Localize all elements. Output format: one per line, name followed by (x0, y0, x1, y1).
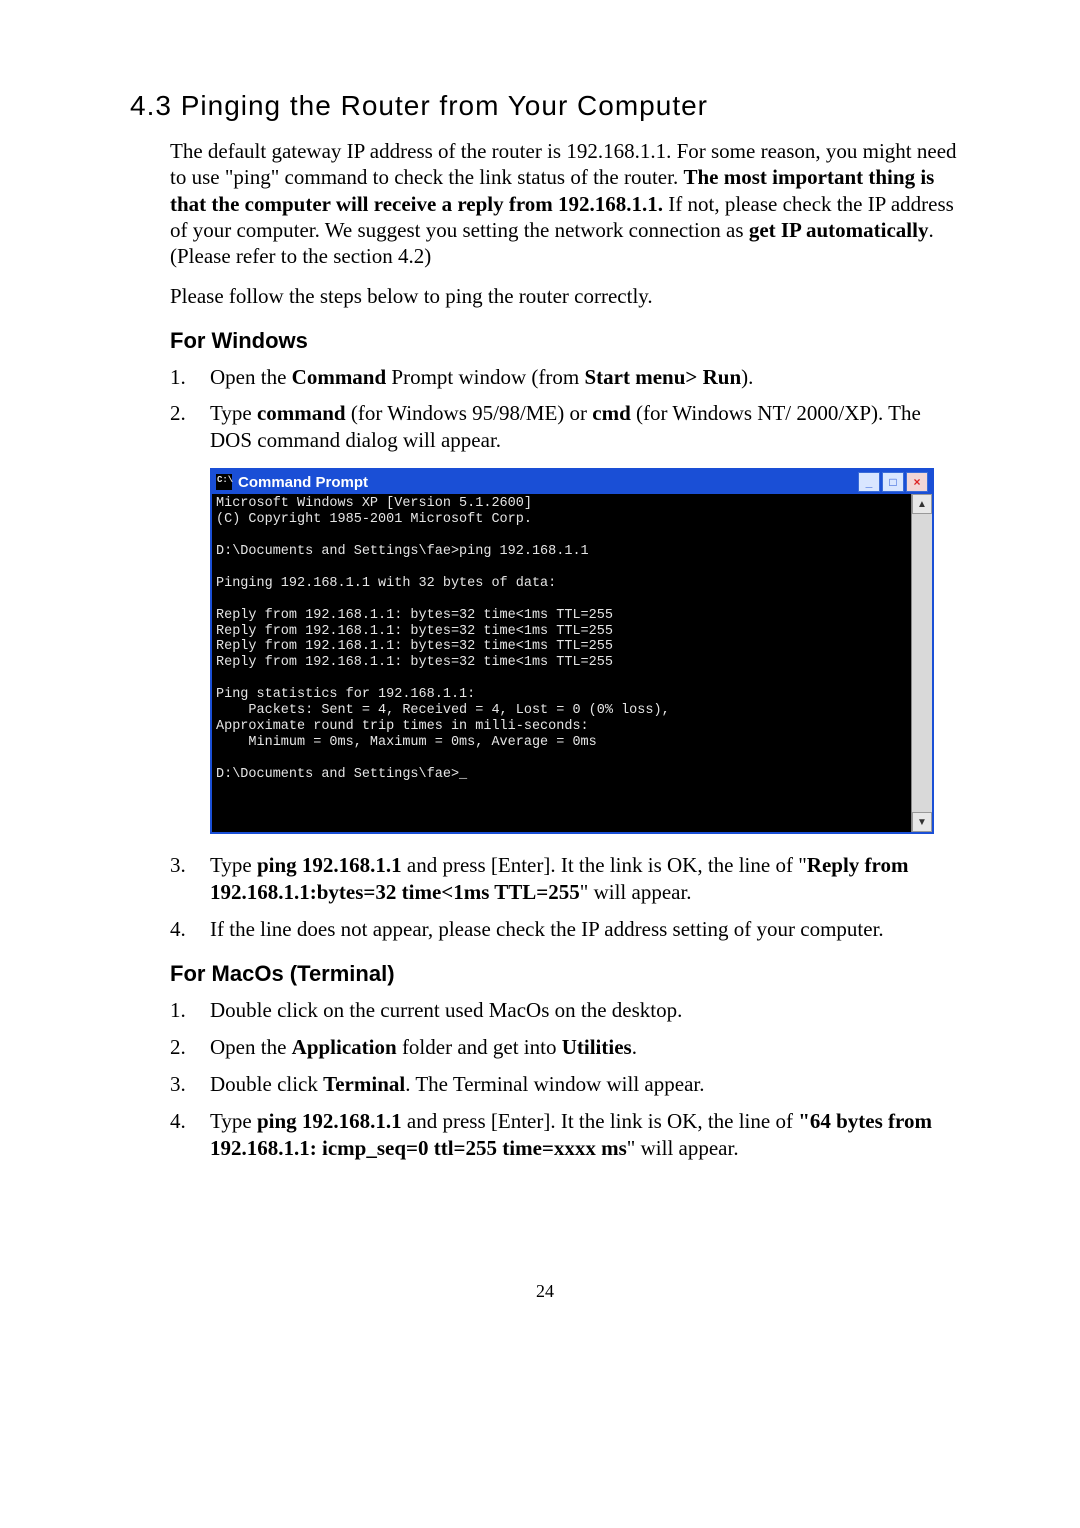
cmd-title: Command Prompt (238, 474, 858, 491)
text-run: Prompt window (from (386, 365, 584, 389)
scrollbar[interactable]: ▲ ▼ (911, 494, 932, 832)
windows-list-after: 3. Type ping 192.168.1.1 and press [Ente… (170, 852, 960, 943)
windows-subhead: For Windows (170, 328, 960, 354)
section-body: The default gateway IP address of the ro… (170, 138, 960, 1161)
text-run-bold: Start menu> Run (585, 365, 742, 389)
list-number: 1. (170, 364, 210, 391)
text-run: Open the (210, 365, 292, 389)
text-run-bold: ping 192.168.1.1 (257, 853, 402, 877)
cmd-output: Microsoft Windows XP [Version 5.1.2600] … (212, 494, 911, 832)
text-run: folder and get into (397, 1035, 562, 1059)
intro-paragraph-2: Please follow the steps below to ping th… (170, 283, 960, 309)
list-item: 1. Open the Command Prompt window (from … (170, 364, 960, 391)
list-number: 4. (170, 916, 210, 943)
list-text: Type command (for Windows 95/98/ME) or c… (210, 400, 960, 454)
list-number: 2. (170, 400, 210, 454)
list-text: If the line does not appear, please chec… (210, 916, 960, 943)
list-item: 3. Type ping 192.168.1.1 and press [Ente… (170, 852, 960, 906)
list-item: 2. Open the Application folder and get i… (170, 1034, 960, 1061)
text-run-bold: cmd (592, 401, 631, 425)
page-content: 4.3 Pinging the Router from Your Compute… (0, 0, 1080, 1362)
text-run: ). (741, 365, 753, 389)
list-number: 3. (170, 1071, 210, 1098)
text-run-bold: Terminal (323, 1072, 405, 1096)
cmd-titlebar: Command Prompt _ □ × (212, 470, 932, 494)
macos-list: 1. Double click on the current used MacO… (170, 997, 960, 1161)
section-title-text: Pinging the Router from Your Computer (181, 90, 708, 121)
list-text: Type ping 192.168.1.1 and press [Enter].… (210, 852, 960, 906)
window-controls: _ □ × (858, 472, 928, 492)
minimize-button[interactable]: _ (858, 472, 880, 492)
text-run: . The Terminal window will appear. (405, 1072, 704, 1096)
cmd-client-area: Microsoft Windows XP [Version 5.1.2600] … (212, 494, 932, 832)
list-number: 3. (170, 852, 210, 906)
windows-list: 1. Open the Command Prompt window (from … (170, 364, 960, 455)
list-text: Open the Application folder and get into… (210, 1034, 960, 1061)
macos-subhead: For MacOs (Terminal) (170, 961, 960, 987)
text-run-bold: Utilities (562, 1035, 632, 1059)
text-run: Type (210, 853, 257, 877)
text-run: . (632, 1035, 637, 1059)
list-text: Open the Command Prompt window (from Sta… (210, 364, 960, 391)
list-item: 3. Double click Terminal. The Terminal w… (170, 1071, 960, 1098)
text-run-bold: get IP automatically (749, 218, 929, 242)
text-run-bold: ping 192.168.1.1 (257, 1109, 402, 1133)
text-run-bold: Application (292, 1035, 397, 1059)
maximize-button[interactable]: □ (882, 472, 904, 492)
list-item: 2. Type command (for Windows 95/98/ME) o… (170, 400, 960, 454)
section-number: 4.3 (130, 90, 172, 121)
cmd-app-icon (216, 474, 232, 490)
scroll-up-button[interactable]: ▲ (912, 494, 932, 514)
close-button[interactable]: × (906, 472, 928, 492)
text-run: Double click (210, 1072, 323, 1096)
list-text: Double click Terminal. The Terminal wind… (210, 1071, 960, 1098)
scroll-track[interactable] (912, 514, 932, 812)
text-run: Type (210, 1109, 257, 1133)
text-run: Open the (210, 1035, 292, 1059)
list-text: Double click on the current used MacOs o… (210, 997, 960, 1024)
page-number: 24 (130, 1281, 960, 1302)
section-heading: 4.3 Pinging the Router from Your Compute… (130, 90, 960, 122)
intro-paragraph-1: The default gateway IP address of the ro… (170, 138, 960, 269)
text-run: Type (210, 401, 257, 425)
list-item: 4. If the line does not appear, please c… (170, 916, 960, 943)
text-run: " will appear. (627, 1136, 739, 1160)
list-text: Type ping 192.168.1.1 and press [Enter].… (210, 1108, 960, 1162)
list-item: 4. Type ping 192.168.1.1 and press [Ente… (170, 1108, 960, 1162)
command-prompt-window: Command Prompt _ □ × Microsoft Windows X… (210, 468, 934, 834)
text-run-bold: Command (292, 365, 387, 389)
list-item: 1. Double click on the current used MacO… (170, 997, 960, 1024)
list-number: 1. (170, 997, 210, 1024)
text-run: and press [Enter]. It the link is OK, th… (402, 853, 807, 877)
scroll-down-button[interactable]: ▼ (912, 812, 932, 832)
text-run: " will appear. (580, 880, 692, 904)
text-run-bold: command (257, 401, 346, 425)
list-number: 2. (170, 1034, 210, 1061)
list-number: 4. (170, 1108, 210, 1162)
text-run: and press [Enter]. It the link is OK, th… (402, 1109, 799, 1133)
text-run: (for Windows 95/98/ME) or (346, 401, 593, 425)
